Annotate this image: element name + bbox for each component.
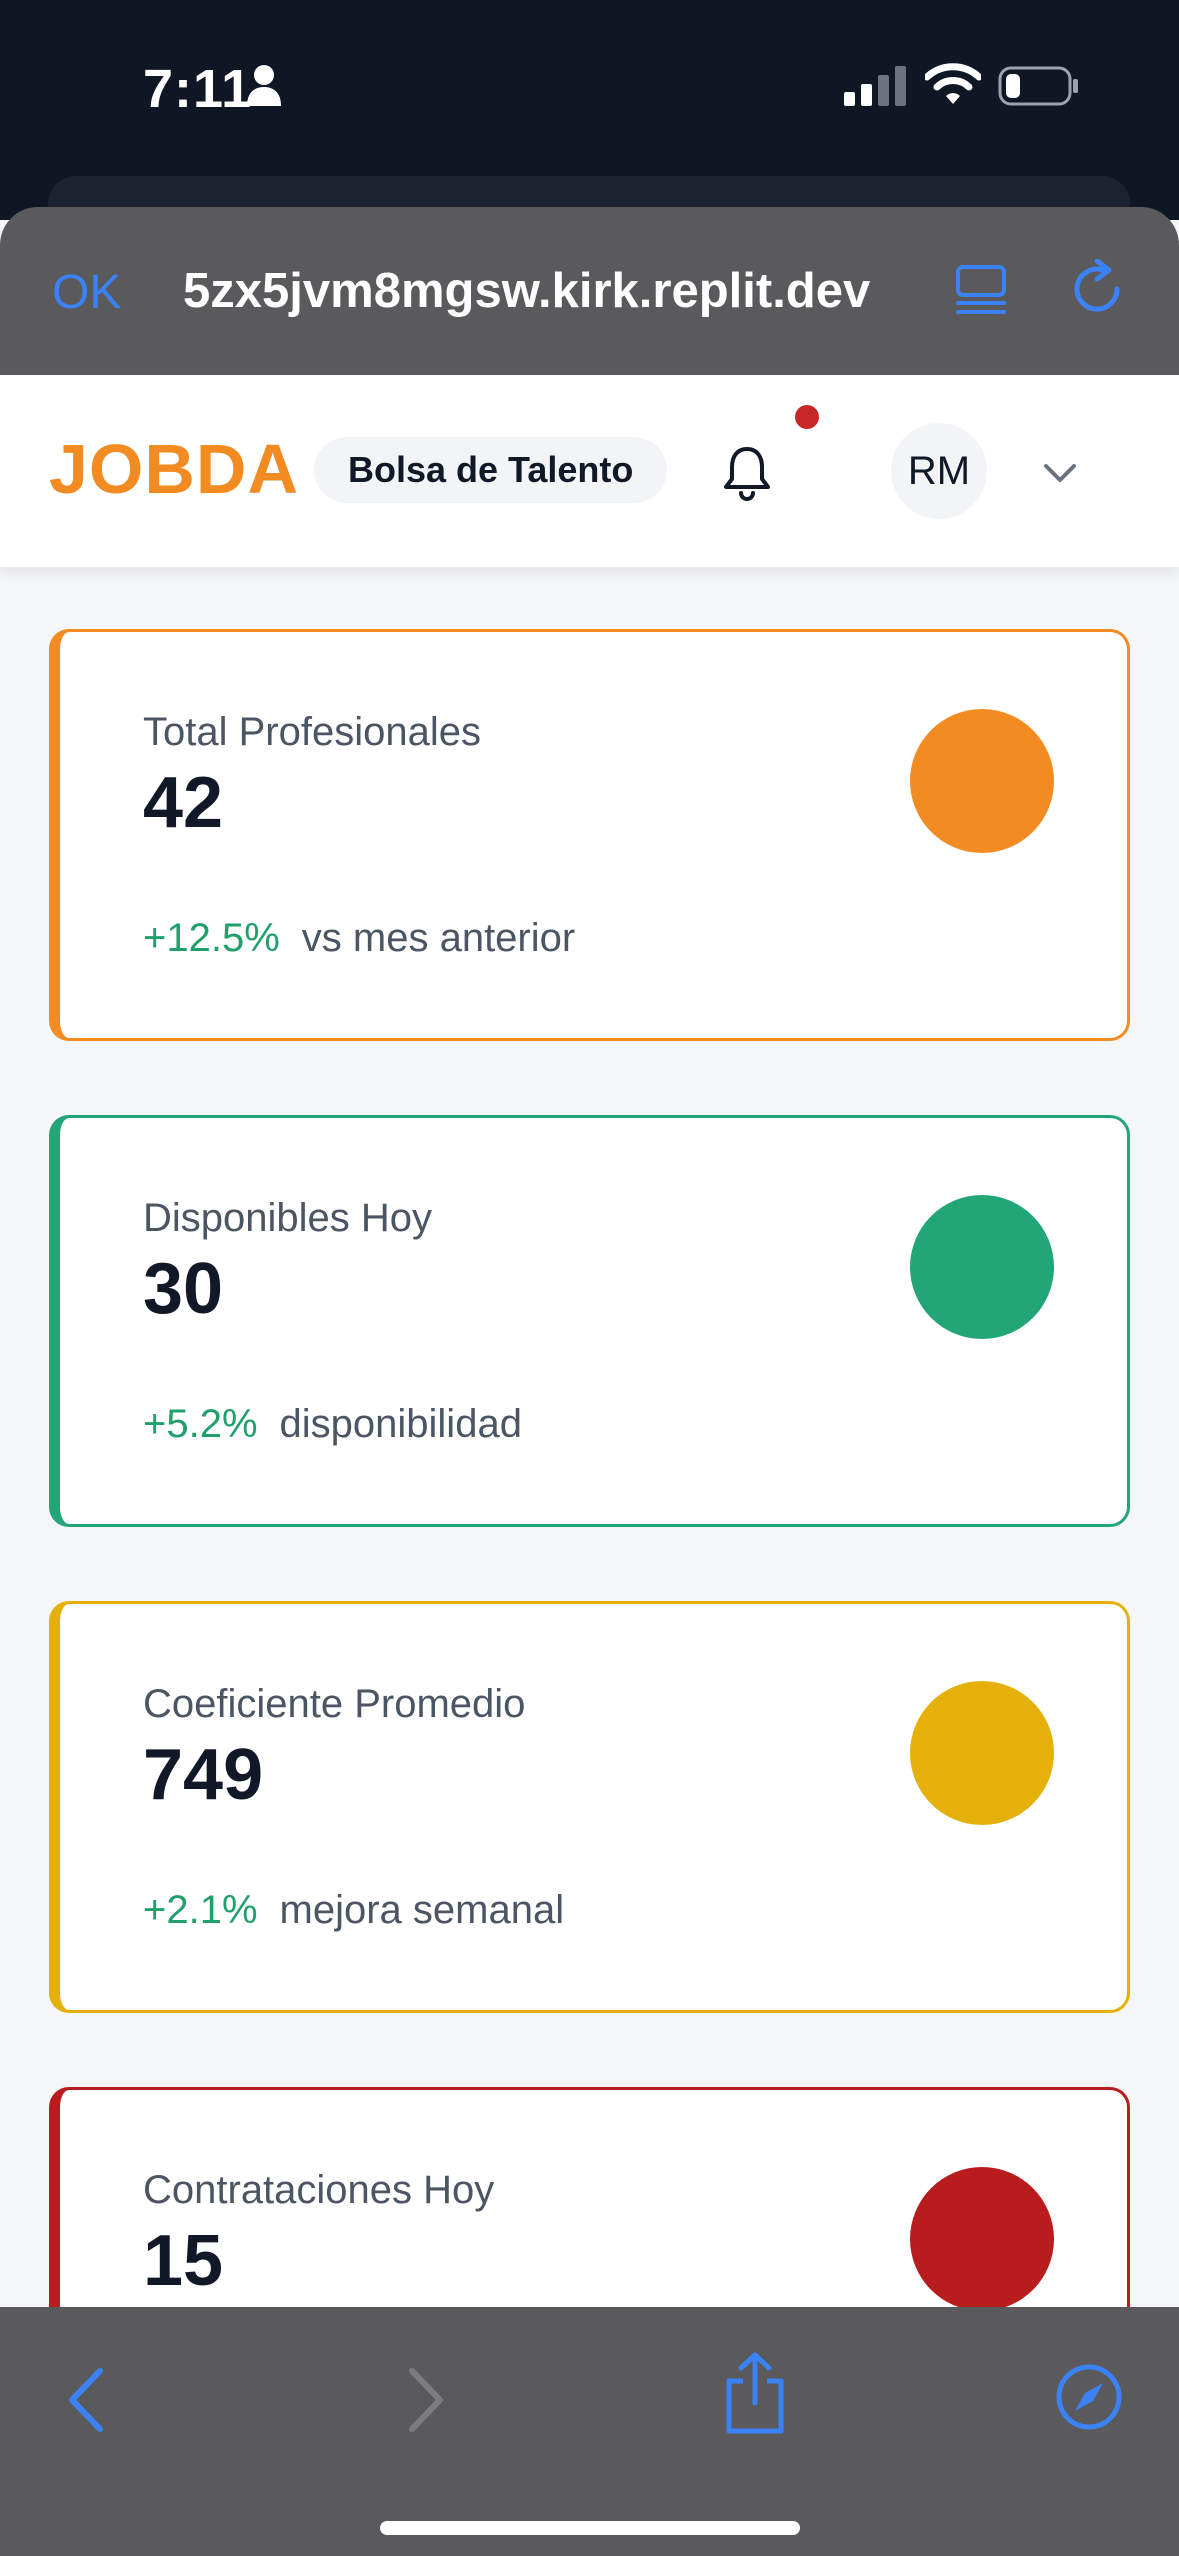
share-icon[interactable] <box>723 2351 787 2435</box>
card-indicator-circle <box>910 2167 1054 2311</box>
battery-icon <box>998 66 1078 106</box>
card-indicator-circle <box>910 1195 1054 1339</box>
stat-card-disponibles-hoy[interactable]: Disponibles Hoy 30 +5.2% disponibilidad <box>49 1115 1130 1527</box>
card-note: vs mes anterior <box>301 916 576 960</box>
bell-icon[interactable] <box>722 445 772 501</box>
card-change-value: +2.1% <box>143 1888 258 1932</box>
card-note: mejora semanal <box>279 1888 565 1932</box>
card-note: disponibilidad <box>279 1402 522 1446</box>
card-change: +2.1% mejora semanal <box>143 1888 564 1933</box>
forward-icon[interactable] <box>404 2365 448 2435</box>
card-value: 42 <box>143 763 224 843</box>
compass-icon[interactable] <box>1055 2363 1123 2431</box>
status-bar: 7:11 <box>0 0 1179 236</box>
reader-icon[interactable] <box>955 263 1007 315</box>
notification-dot <box>795 405 819 429</box>
card-value: 30 <box>143 1249 224 1329</box>
reload-icon[interactable] <box>1071 259 1127 319</box>
avatar[interactable]: RM <box>891 423 987 519</box>
card-label: Disponibles Hoy <box>143 1196 433 1240</box>
ok-button[interactable]: OK <box>52 265 121 320</box>
status-time: 7:11 <box>143 59 253 119</box>
card-change-value: +5.2% <box>143 1402 258 1446</box>
card-change: +5.2% disponibilidad <box>143 1402 522 1447</box>
chevron-down-icon[interactable] <box>1040 453 1080 493</box>
browser-bar: OK 5zx5jvm8mgsw.kirk.replit.dev <box>0 207 1179 375</box>
section-pill[interactable]: Bolsa de Talento <box>314 437 668 503</box>
back-icon[interactable] <box>64 2365 108 2435</box>
url-field[interactable]: 5zx5jvm8mgsw.kirk.replit.dev <box>183 263 913 319</box>
signal-icon <box>844 66 906 106</box>
card-value: 15 <box>143 2221 224 2301</box>
card-change-value: +12.5% <box>143 916 280 960</box>
stat-card-coeficiente-promedio[interactable]: Coeficiente Promedio 749 +2.1% mejora sem… <box>49 1601 1130 2013</box>
card-label: Contrataciones Hoy <box>143 2168 495 2212</box>
stat-card-total-profesionales[interactable]: Total Profesionales 42 +12.5% vs mes ante… <box>49 629 1130 1041</box>
card-label: Total Profesionales <box>143 710 481 754</box>
logo[interactable]: JOBDA <box>49 429 299 509</box>
app-header: JOBDA Bolsa de Talento RM <box>0 375 1179 567</box>
person-icon <box>247 65 281 106</box>
card-indicator-circle <box>910 709 1054 853</box>
home-indicator <box>380 2521 800 2535</box>
card-label: Coeficiente Promedio <box>143 1682 526 1726</box>
card-change: +12.5% vs mes anterior <box>143 916 575 961</box>
card-indicator-circle <box>910 1681 1054 1825</box>
card-value: 749 <box>143 1735 264 1815</box>
wifi-icon <box>925 63 981 104</box>
browser-toolbar <box>0 2307 1179 2556</box>
